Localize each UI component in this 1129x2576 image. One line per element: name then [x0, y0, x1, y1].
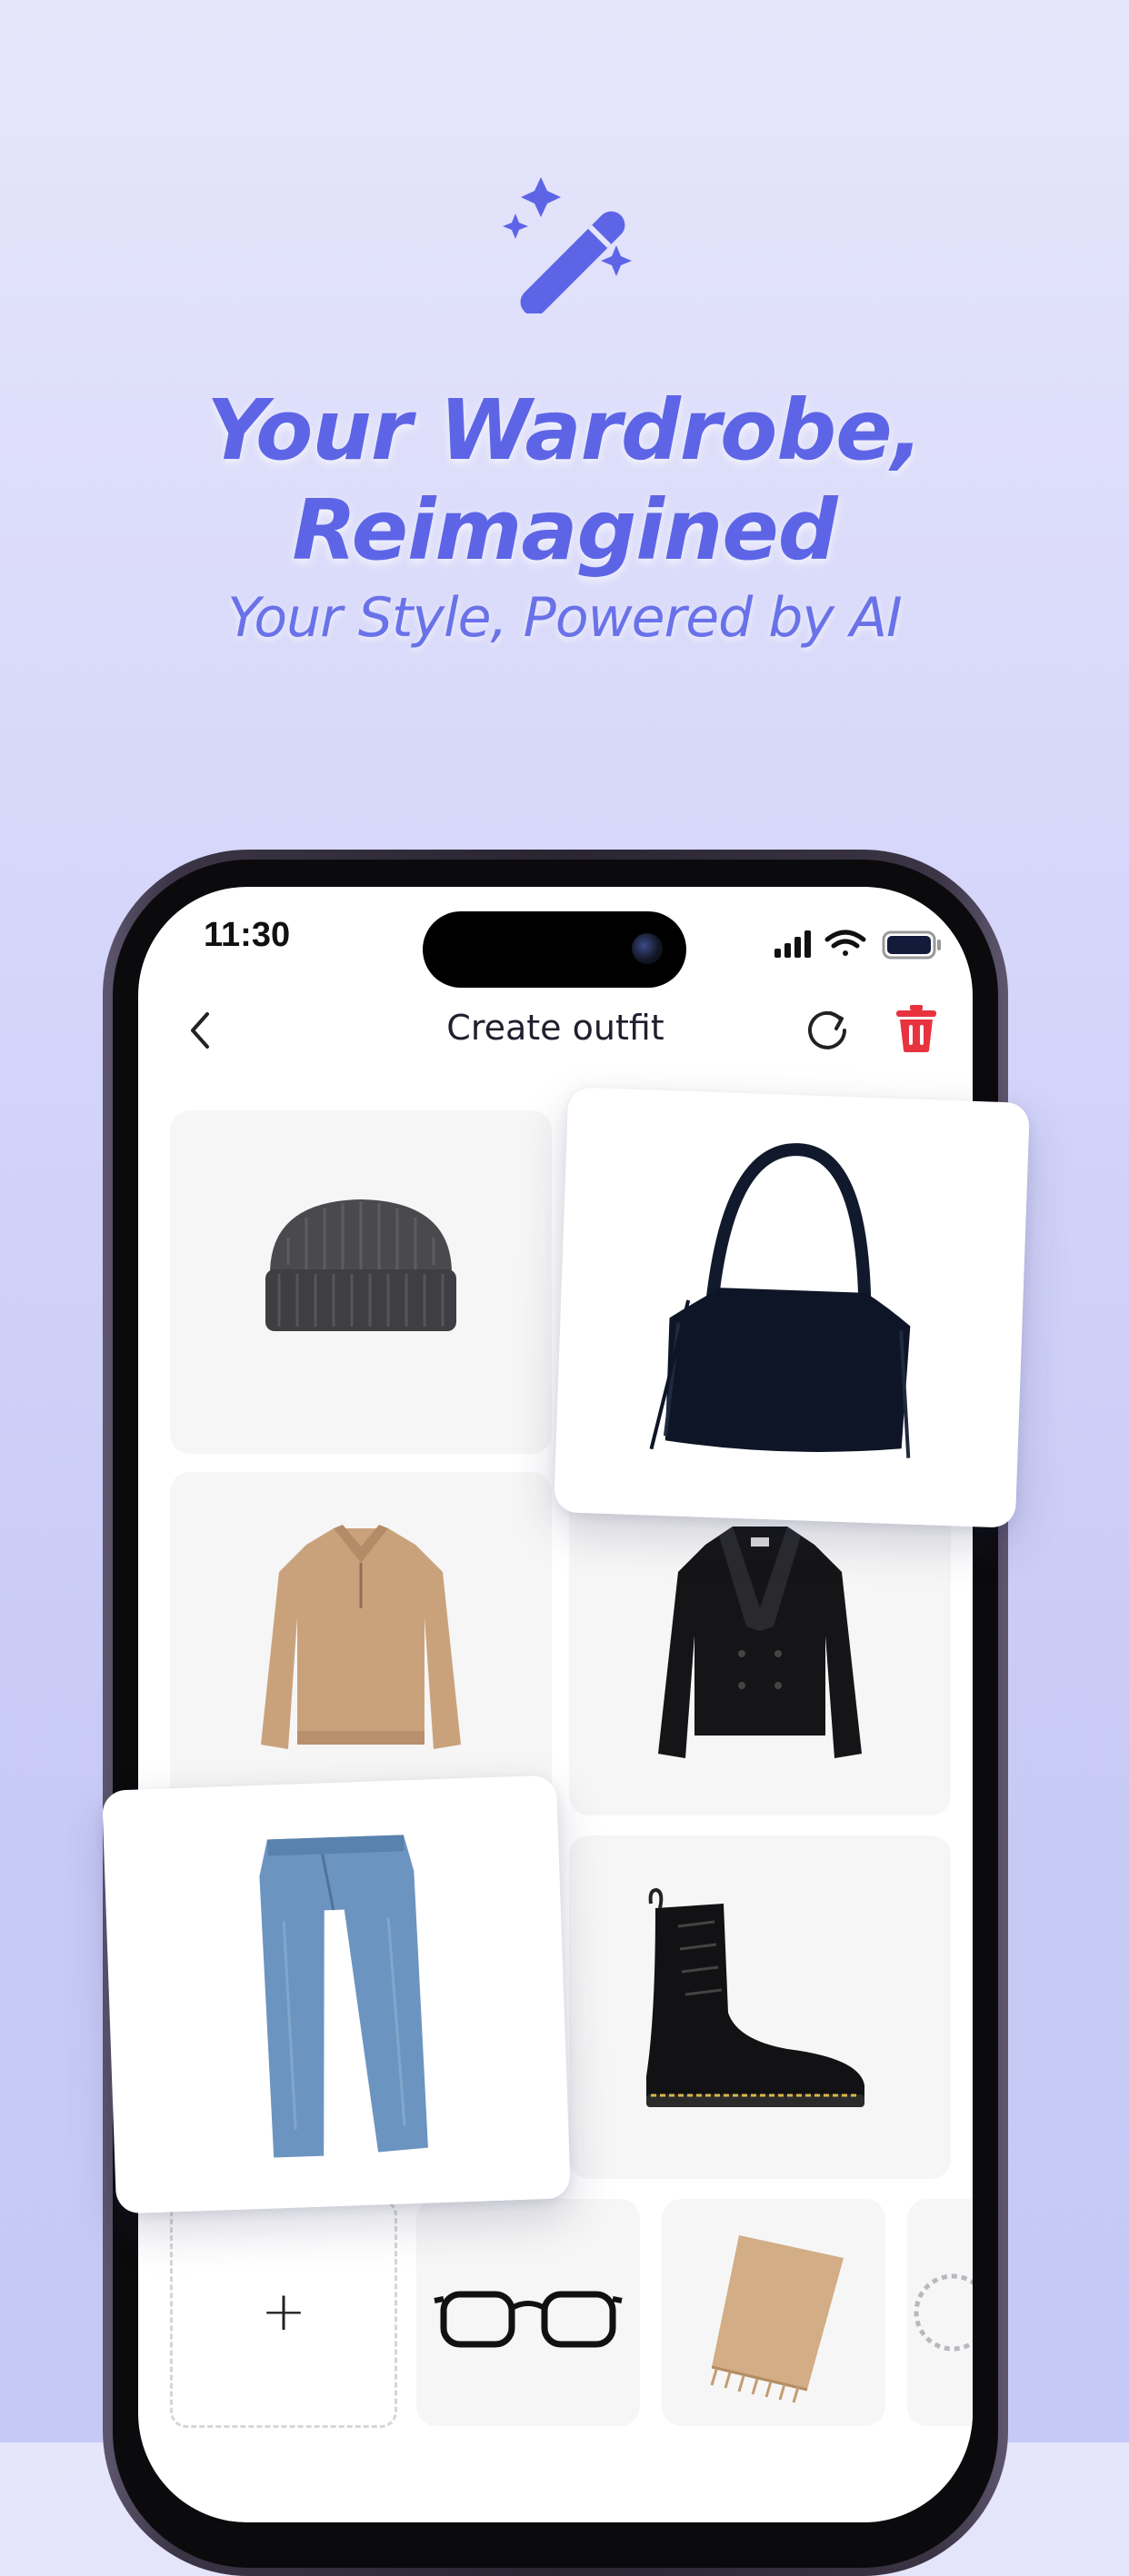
outfit-card-boots[interactable] [569, 1835, 951, 2179]
accessory-card-bracelet[interactable] [907, 2199, 973, 2426]
accessory-card-scarf[interactable] [662, 2199, 885, 2426]
cellular-signal-icon [774, 930, 811, 958]
status-time: 11:30 [204, 916, 291, 954]
status-icons [774, 927, 956, 963]
outfit-card-jeans[interactable] [102, 1775, 571, 2214]
outfit-card-beanie[interactable] [170, 1110, 552, 1454]
accessory-card-glasses[interactable] [416, 2199, 640, 2426]
hero-title-line1: Your Wardrobe, [206, 382, 923, 479]
boots-image [646, 1887, 864, 2107]
scarf-image [710, 2235, 844, 2403]
trash-icon [896, 1005, 936, 1052]
bracelet-image [914, 2273, 973, 2352]
sweater-image [261, 1525, 461, 1749]
outfit-card-bag[interactable] [553, 1087, 1031, 1528]
jeans-image [259, 1835, 428, 2158]
dynamic-island [423, 911, 686, 988]
camera-icon [632, 933, 663, 964]
add-accessory-button[interactable]: + [170, 2199, 397, 2428]
battery-icon [882, 930, 941, 960]
outfit-card-sweater[interactable] [170, 1472, 552, 1815]
refresh-button[interactable] [804, 1006, 851, 1053]
hero-tagline: Your Style, Powered by AI [227, 586, 902, 650]
wifi-icon [824, 930, 866, 956]
glasses-image [434, 2291, 623, 2348]
hero-title-line2: Reimagined [292, 482, 837, 579]
plus-icon: + [260, 2280, 307, 2343]
refresh-icon [808, 1010, 846, 1049]
bag-image [649, 1143, 911, 1458]
delete-button[interactable] [894, 1003, 938, 1054]
beanie-image [265, 1199, 456, 1331]
magic-wand-icon [495, 168, 632, 313]
